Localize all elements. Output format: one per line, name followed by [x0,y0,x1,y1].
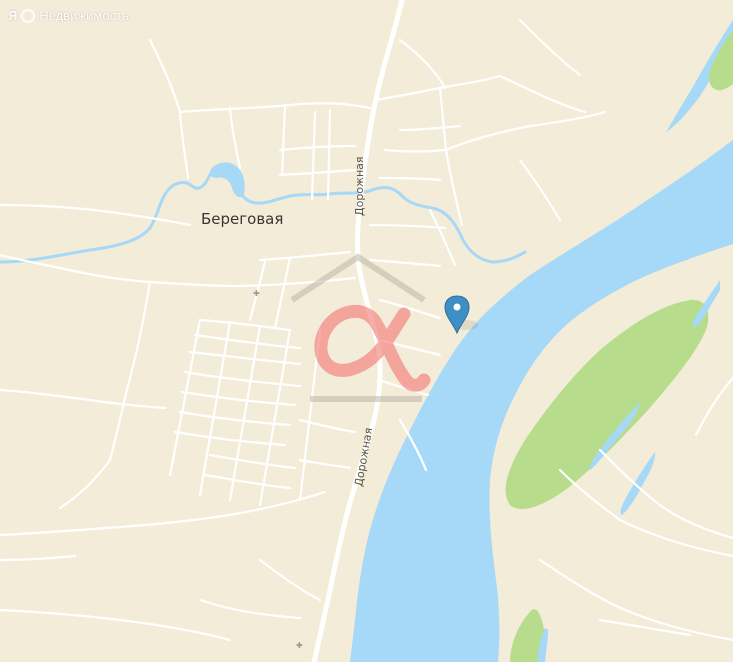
place-label: Береговая [201,210,283,228]
yandex-logo-icon: Я [8,8,18,23]
map-canvas[interactable]: Дорожная Дорожная Береговая ✚ ✚ [0,0,733,662]
road-label-upper: Дорожная [353,157,366,217]
map-view[interactable]: Дорожная Дорожная Береговая ✚ ✚ Я Недвиж… [0,0,733,662]
poi-icon-2: ✚ [296,641,303,650]
poi-icon-1: ✚ [253,289,260,298]
provider-brand[interactable]: Я Недвижимость [8,8,129,23]
provider-name: Недвижимость [39,8,129,23]
circle-logo-icon [21,8,36,23]
